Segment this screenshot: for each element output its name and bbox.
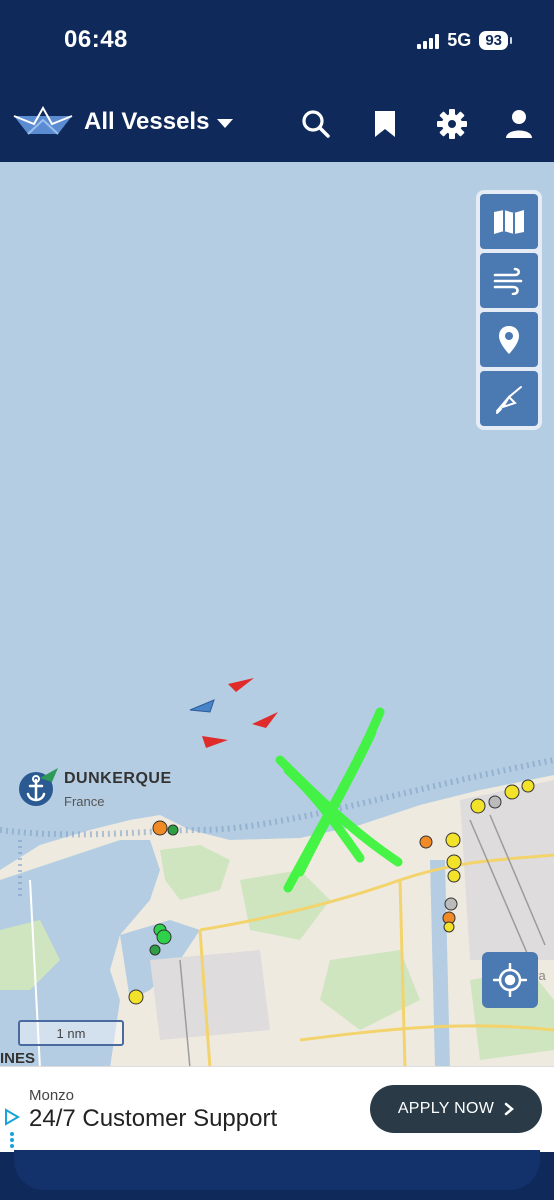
- vessel-marker: [470, 798, 486, 814]
- vessel-marker: [488, 795, 502, 809]
- vessel-marker: [152, 820, 168, 836]
- vessel-marker: [167, 824, 179, 836]
- map-layers-button[interactable]: [480, 194, 538, 249]
- scale-label: 1 nm: [56, 1025, 86, 1041]
- vessel-marker: [128, 989, 144, 1005]
- vessel-marker: [446, 854, 462, 870]
- wind-button[interactable]: [480, 253, 538, 308]
- crosshair-icon: [493, 963, 527, 997]
- map-scale: 1 nm: [18, 1020, 124, 1046]
- vessel-filter-dropdown[interactable]: All Vessels: [84, 108, 234, 136]
- user-icon[interactable]: [501, 106, 537, 142]
- vessel-marker: [504, 784, 520, 800]
- vessel-marker: [521, 779, 535, 793]
- network-label: 5G: [447, 30, 472, 50]
- anchor-icon: [19, 768, 58, 806]
- map-toolbar: [476, 190, 542, 430]
- app-header: 06:48 5G 93 All Vessels: [0, 0, 554, 162]
- ad-brand: Monzo: [29, 1087, 75, 1104]
- apply-now-label: APPLY NOW: [397, 1100, 495, 1117]
- vessel-marker: [202, 736, 228, 748]
- chevron-down-icon: [217, 118, 234, 128]
- ad-headline[interactable]: 24/7 Customer Support: [29, 1105, 277, 1133]
- chevron-right-icon: [504, 1102, 515, 1116]
- vessel-marker: [252, 712, 278, 728]
- vessel-marker: [189, 699, 215, 713]
- place-label: INES: [0, 1050, 36, 1067]
- wind-icon: [493, 267, 523, 295]
- map-canvas: [0, 678, 554, 1068]
- bookmark-icon[interactable]: [367, 106, 403, 142]
- vessel-marker: [156, 929, 172, 945]
- vessel-marker: [443, 921, 455, 933]
- signal-icon: [417, 33, 440, 49]
- compass-icon: [496, 385, 522, 414]
- gear-icon[interactable]: [434, 106, 470, 142]
- compass-button[interactable]: [480, 371, 538, 426]
- battery-indicator: 93: [479, 31, 512, 50]
- vessel-marker: [444, 897, 458, 911]
- vessel-marker: [445, 832, 461, 848]
- map-view[interactable]: [0, 162, 554, 1068]
- vessel-marker: [149, 944, 161, 956]
- location-pin-button[interactable]: [480, 312, 538, 367]
- map-layers-icon: [494, 209, 524, 234]
- status-time: 06:48: [64, 26, 128, 53]
- locate-me-button[interactable]: [482, 952, 538, 1008]
- apply-now-button[interactable]: APPLY NOW: [370, 1085, 542, 1133]
- vessel-marker: [419, 835, 433, 849]
- vessel-marker: [228, 678, 254, 692]
- port-name[interactable]: DUNKERQUE: [64, 770, 172, 788]
- port-country: France: [64, 794, 105, 809]
- boat-logo-icon[interactable]: [12, 105, 74, 143]
- ad-choices-icon[interactable]: [4, 1108, 22, 1155]
- status-indicators: 5G 93: [417, 30, 512, 51]
- location-pin-icon: [499, 325, 519, 354]
- home-area: [14, 1150, 540, 1190]
- search-icon[interactable]: [298, 106, 334, 142]
- page-title: All Vessels: [84, 108, 210, 135]
- vessel-marker: [447, 869, 461, 883]
